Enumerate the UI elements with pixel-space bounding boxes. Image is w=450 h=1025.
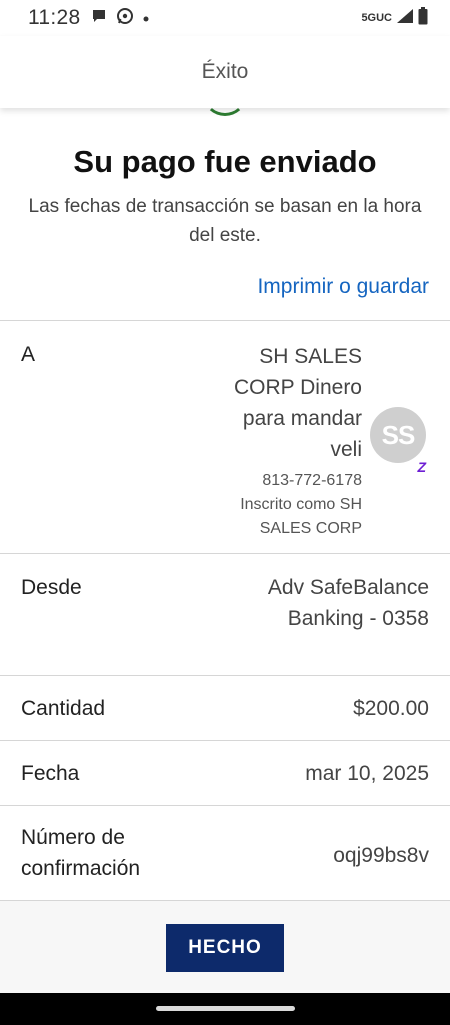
app-header: Éxito — [0, 36, 450, 108]
notification-icons — [91, 7, 149, 30]
date-value: mar 10, 2025 — [305, 762, 429, 785]
dot-icon — [143, 9, 149, 27]
from-label: Desde — [21, 576, 82, 599]
network-label: 5GUC — [361, 12, 392, 24]
success-check-icon — [204, 108, 246, 116]
recipient-name-line: SH SALES — [259, 345, 362, 368]
home-gesture-handle[interactable] — [156, 1006, 295, 1011]
done-button[interactable]: HECHO — [166, 924, 284, 972]
date-label: Fecha — [21, 762, 80, 785]
recipient-label: A — [21, 343, 36, 366]
status-right: 5GUC — [361, 6, 428, 30]
recipient-name-line: para mandar — [242, 407, 362, 430]
recipient-phone: 813-772-6178 — [262, 472, 362, 489]
battery-icon — [418, 6, 428, 30]
recipient-info: SH SALES CORP Dinero para mandar veli 81… — [192, 341, 362, 541]
from-value: Adv SafeBalance Banking - 0358 — [268, 572, 429, 634]
from-row: Desde Adv SafeBalance Banking - 0358 — [0, 553, 450, 675]
from-value-line: Banking - 0358 — [287, 607, 429, 630]
confirmation-value: oqj99bs8v — [333, 844, 429, 867]
recipient-row: A SH SALES CORP Dinero para mandar veli … — [0, 320, 450, 553]
date-row: Fecha mar 10, 2025 — [0, 740, 450, 805]
avatar: SS — [370, 407, 426, 463]
recipient-enrolled-line: Inscrito como SH — [240, 496, 362, 513]
recipient-enrolled-line: SALES CORP — [259, 520, 362, 537]
whatsapp-icon — [116, 7, 134, 30]
content-area[interactable]: Su pago fue enviado Las fechas de transa… — [0, 108, 450, 900]
from-value-line: Adv SafeBalance — [267, 576, 429, 599]
amount-label: Cantidad — [21, 697, 106, 720]
recipient-name-line: CORP Dinero — [234, 376, 362, 399]
print-or-save-link[interactable]: Imprimir o guardar — [257, 275, 429, 299]
recipient-name-line: veli — [330, 438, 362, 461]
confirmation-label-line: Número de — [21, 826, 125, 849]
result-title: Su pago fue enviado — [73, 144, 377, 179]
confirmation-row: Número de confirmación oqj99bs8v — [0, 805, 450, 900]
result-subtitle: Las fechas de transacción se basan en la… — [28, 196, 422, 246]
signal-icon — [396, 8, 414, 29]
chat-bubble-icon — [91, 8, 107, 29]
amount-row: Cantidad $200.00 — [0, 675, 450, 740]
zelle-badge-icon: Z — [417, 459, 426, 475]
footer-bar: HECHO — [0, 900, 450, 993]
confirmation-label: Número de confirmación — [21, 822, 140, 884]
confirmation-label-line: confirmación — [21, 857, 141, 880]
amount-value: $200.00 — [353, 697, 429, 720]
status-time: 11:28 — [28, 6, 81, 29]
page-title: Éxito — [201, 60, 249, 83]
system-nav-bar — [0, 993, 450, 1025]
status-bar: 11:28 5GUC — [0, 0, 450, 36]
avatar-initials: SS — [381, 419, 416, 450]
